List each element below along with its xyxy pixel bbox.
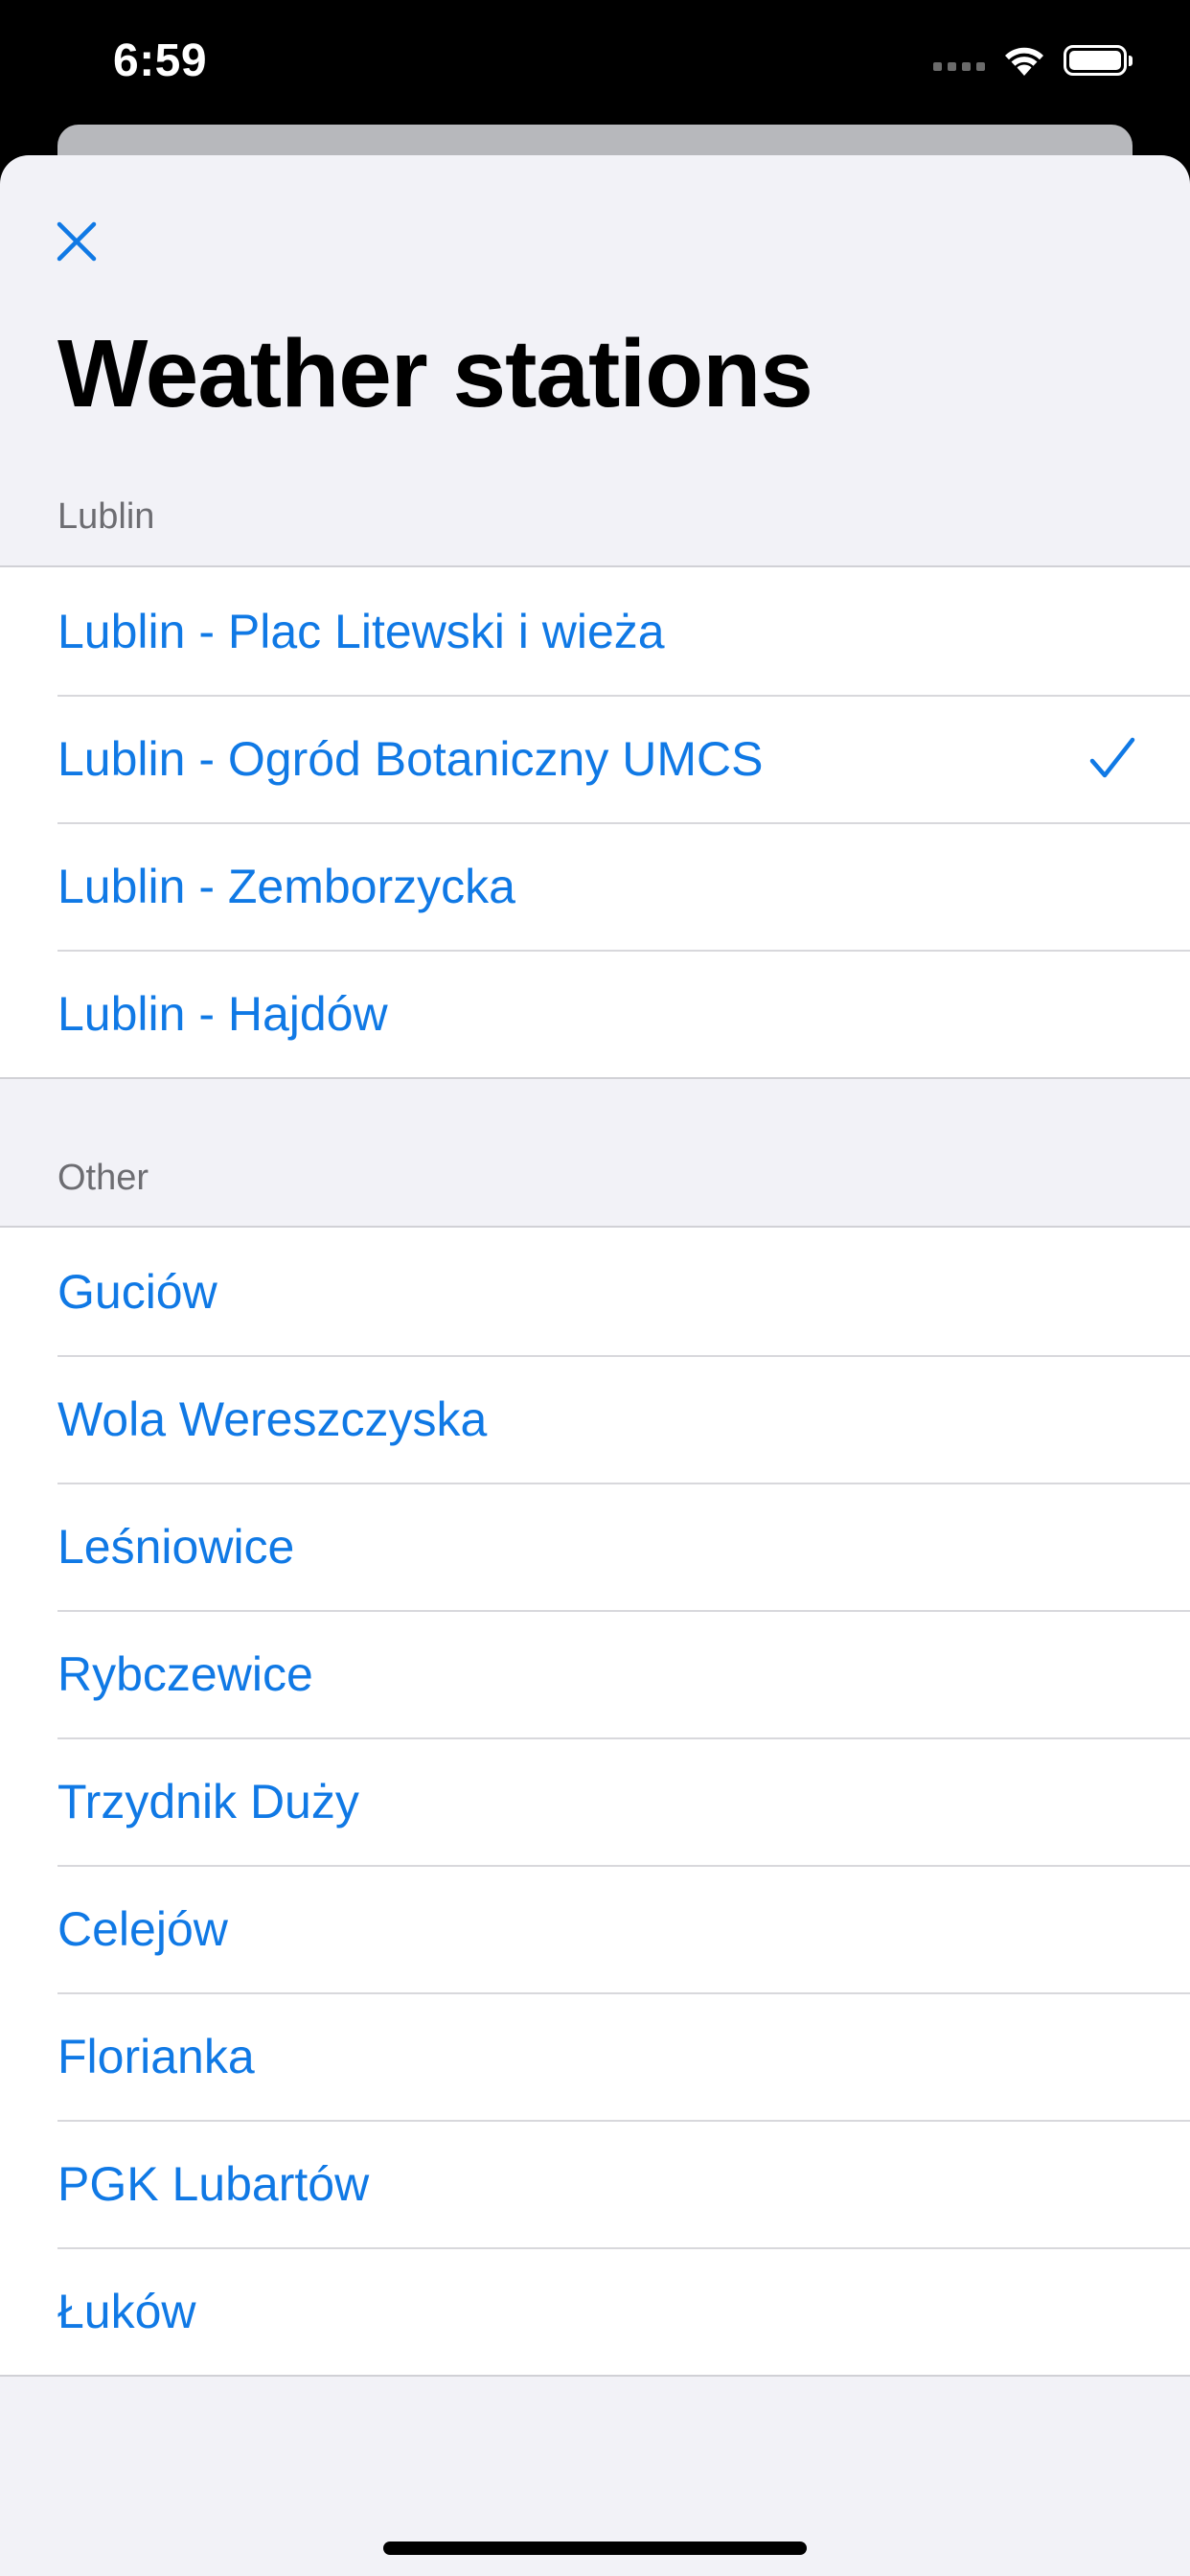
station-label: Leśniowice bbox=[57, 1519, 295, 1574]
wifi-icon bbox=[1005, 47, 1043, 76]
station-label: Rybczewice bbox=[57, 1646, 313, 1701]
weather-stations-sheet: Weather stations Lublin Lublin - Plac Li… bbox=[0, 155, 1190, 2576]
list-item[interactable]: Lublin - Zemborzycka bbox=[0, 822, 1190, 950]
station-label: Trzydnik Duży bbox=[57, 1774, 359, 1828]
list-item[interactable]: Lublin - Hajdów bbox=[0, 950, 1190, 1077]
list-item[interactable]: Florianka bbox=[0, 1992, 1190, 2120]
list-item[interactable]: Łuków bbox=[0, 2247, 1190, 2375]
station-label: PGK Lubartów bbox=[57, 2156, 370, 2211]
close-icon bbox=[57, 221, 97, 262]
close-button[interactable] bbox=[48, 213, 105, 270]
list-item[interactable]: Lublin - Plac Litewski i wieża bbox=[0, 567, 1190, 695]
station-label: Lublin - Hajdów bbox=[57, 986, 388, 1041]
list-item[interactable]: Celejów bbox=[0, 1865, 1190, 1992]
page-title: Weather stations bbox=[57, 320, 813, 427]
status-time: 6:59 bbox=[113, 35, 208, 86]
list-item[interactable]: Leśniowice bbox=[0, 1483, 1190, 1610]
battery-icon bbox=[1064, 45, 1133, 76]
section-header-lublin: Lublin bbox=[57, 496, 155, 537]
checkmark-icon bbox=[1089, 737, 1135, 777]
cellular-signal-icon bbox=[933, 61, 985, 71]
other-station-list: Guciów Wola Wereszczyska Leśniowice Rybc… bbox=[0, 1226, 1190, 2377]
station-label: Guciów bbox=[57, 1264, 217, 1319]
station-label: Lublin - Plac Litewski i wieża bbox=[57, 604, 665, 658]
list-item-selected[interactable]: Lublin - Ogród Botaniczny UMCS bbox=[0, 695, 1190, 822]
list-item[interactable]: Trzydnik Duży bbox=[0, 1737, 1190, 1865]
list-item[interactable]: Wola Wereszczyska bbox=[0, 1355, 1190, 1483]
station-label: Lublin - Ogród Botaniczny UMCS bbox=[57, 731, 764, 786]
station-label: Wola Wereszczyska bbox=[57, 1392, 488, 1446]
home-indicator[interactable] bbox=[383, 2542, 807, 2555]
station-label: Florianka bbox=[57, 2029, 255, 2083]
status-bar: 6:59 bbox=[0, 0, 1190, 125]
list-item[interactable]: Rybczewice bbox=[0, 1610, 1190, 1737]
lublin-station-list: Lublin - Plac Litewski i wieża Lublin - … bbox=[0, 565, 1190, 1079]
section-header-other: Other bbox=[57, 1158, 149, 1198]
list-item[interactable]: PGK Lubartów bbox=[0, 2120, 1190, 2247]
station-label: Celejów bbox=[57, 1901, 228, 1956]
status-icons bbox=[933, 44, 1133, 77]
station-label: Lublin - Zemborzycka bbox=[57, 859, 515, 913]
station-label: Łuków bbox=[57, 2284, 196, 2338]
list-item[interactable]: Guciów bbox=[0, 1228, 1190, 1355]
